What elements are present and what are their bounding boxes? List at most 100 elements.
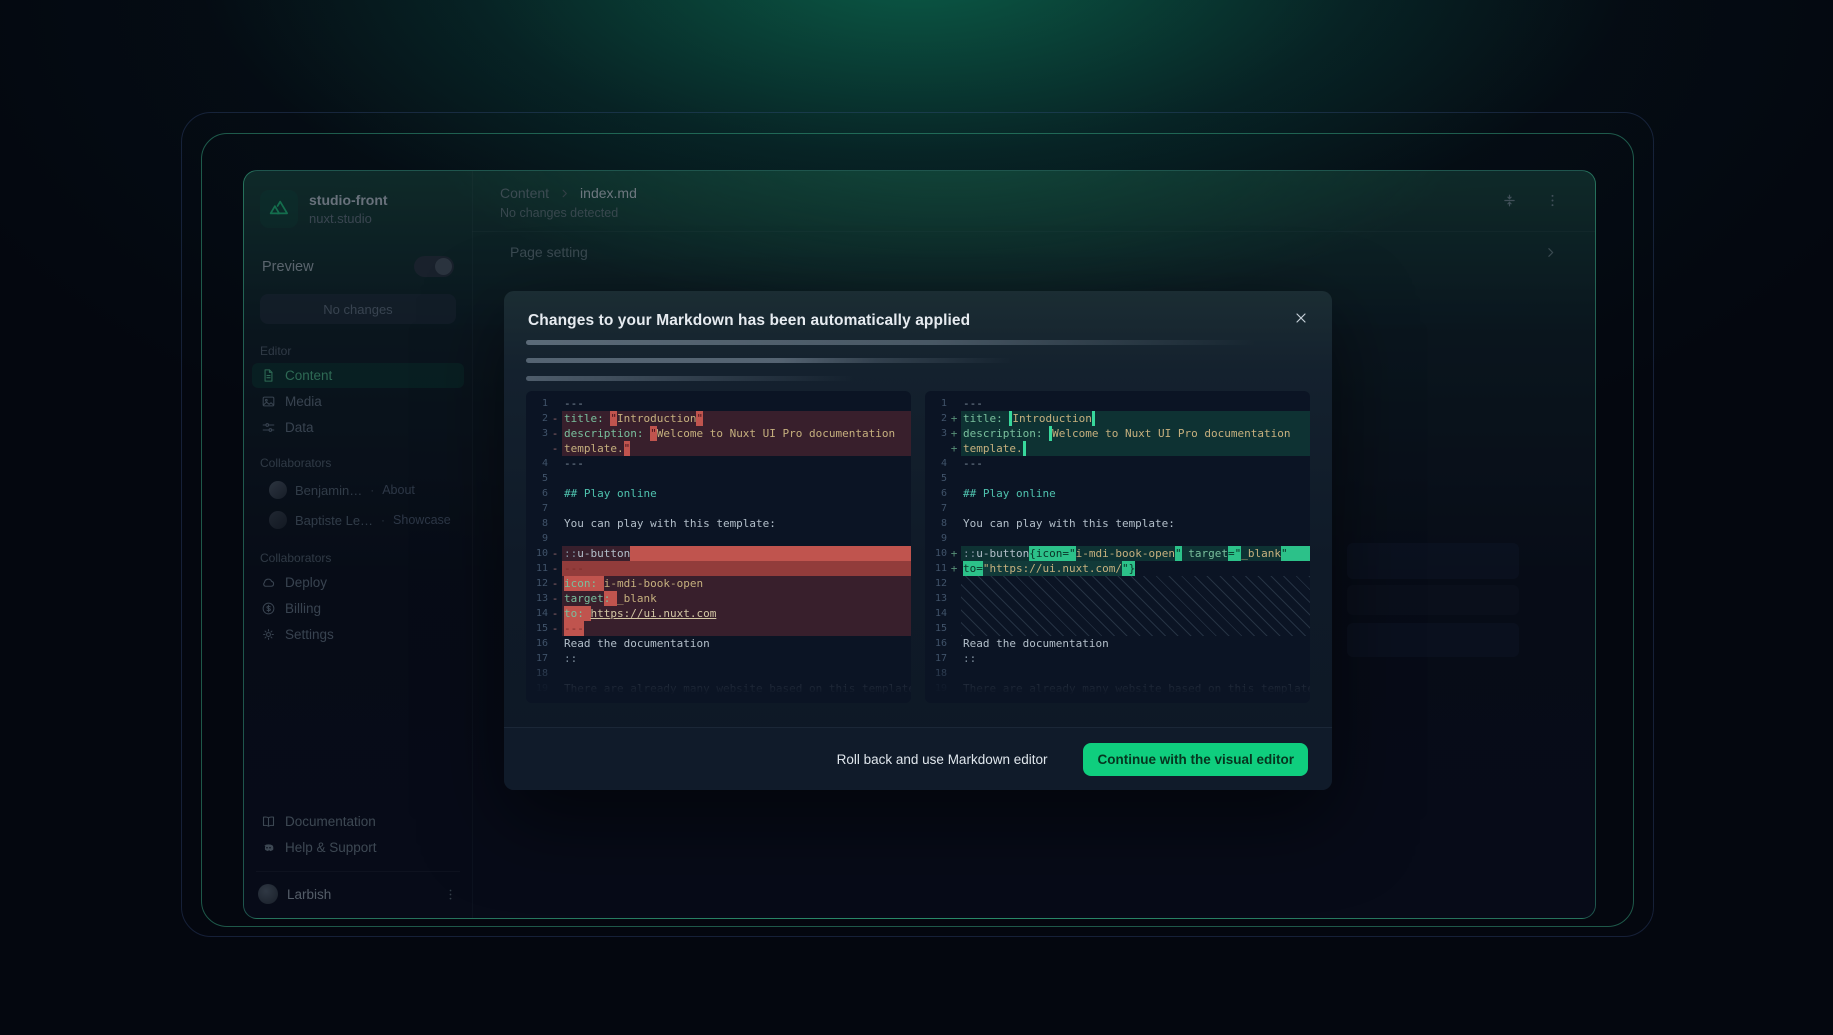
skeleton-bar (526, 358, 1012, 363)
diff-row: 14-to: https://ui.nuxt.com (526, 606, 911, 621)
diff-row: 9 (526, 531, 911, 546)
rollback-button[interactable]: Roll back and use Markdown editor (837, 752, 1048, 767)
diff-row: -template." (526, 441, 911, 456)
collaborator-avatar (269, 481, 287, 499)
no-changes-button[interactable]: No changes (260, 294, 456, 324)
breadcrumb: Content index.md (500, 185, 1567, 201)
diff-view: 1---2-title: "Introduction"3-description… (526, 391, 1310, 703)
collaborator-name: Benjamin… (295, 483, 362, 498)
sidebar-item-label: Deploy (285, 575, 327, 590)
sidebar-item-label: Settings (285, 627, 334, 642)
collaborator-page: About (382, 483, 415, 497)
diff-row: 18 (526, 666, 911, 681)
sidebar-item-label: Help & Support (285, 840, 377, 855)
doc-icon (261, 368, 276, 383)
sidebar-item-content[interactable]: Content (252, 363, 464, 388)
diff-row: 19There are already many website based o… (925, 681, 1310, 696)
skeleton-bar (526, 376, 855, 381)
diff-row: 15---- (526, 621, 911, 636)
diff-row: 1--- (925, 396, 1310, 411)
preview-label: Preview (262, 259, 314, 275)
book-icon (261, 814, 276, 829)
changes-status: No changes detected (500, 206, 1567, 220)
page-setting-label: Page setting (510, 244, 588, 260)
sidebar-item-settings[interactable]: Settings (252, 622, 464, 647)
sidebar-item-help-support[interactable]: Help & Support (252, 835, 464, 860)
section-label-collaborators: Collaborators (244, 456, 472, 470)
diff-row: 11---- (526, 561, 911, 576)
sidebar-item-label: Billing (285, 601, 321, 616)
background-skeleton-row (1347, 543, 1519, 579)
close-icon[interactable] (1293, 310, 1311, 328)
diff-row: 1--- (526, 396, 911, 411)
diff-row: 7 (526, 501, 911, 516)
user-menu[interactable]: Larbish (244, 872, 472, 918)
project-domain: nuxt.studio (309, 211, 388, 226)
cloud-icon (261, 575, 276, 590)
skeleton-bar (526, 340, 1263, 345)
diff-row: 6## Play online (526, 486, 911, 501)
page-setting-row[interactable]: Page setting (472, 232, 1595, 272)
diff-row: 3+description: Welcome to Nuxt UI Pro do… (925, 426, 1310, 441)
sidebar-spacer (244, 648, 472, 808)
diff-row: 16Read the documentation (526, 636, 911, 651)
breadcrumb-file: index.md (580, 185, 637, 201)
diff-row: 16Read the documentation (925, 636, 1310, 651)
background-skeleton-row (1347, 623, 1519, 657)
sidebar: studio-front nuxt.studio Preview No chan… (244, 171, 473, 918)
collaborator-page: Showcase (393, 513, 451, 527)
sidebar-footer: Documentation Help & Support (244, 808, 472, 861)
more-options-icon[interactable] (1544, 192, 1561, 209)
chevron-right-icon (1544, 246, 1557, 259)
diff-row: 12-icon: i-mdi-book-open (526, 576, 911, 591)
sidebar-item-documentation[interactable]: Documentation (252, 809, 464, 834)
markdown-changes-modal: Changes to your Markdown has been automa… (504, 291, 1332, 790)
diff-row: 5 (526, 471, 911, 486)
nuxt-studio-logo-icon (260, 190, 298, 228)
separator-dot: · (370, 483, 374, 497)
project-header[interactable]: studio-front nuxt.studio (244, 171, 472, 232)
user-name: Larbish (287, 887, 331, 902)
diff-row: 19There are already many website based o… (526, 681, 911, 696)
diff-panel-removed[interactable]: 1---2-title: "Introduction"3-description… (526, 391, 911, 703)
sidebar-sections: EditorContentMediaDataCollaboratorsBenja… (244, 328, 472, 648)
diff-panel-added[interactable]: 1---2+title: Introduction3+description: … (925, 391, 1310, 703)
user-avatar (258, 884, 278, 904)
sidebar-item-media[interactable]: Media (252, 389, 464, 414)
diff-row: 17:: (526, 651, 911, 666)
sidebar-item-label: Documentation (285, 814, 376, 829)
diff-row: 8You can play with this template: (925, 516, 1310, 531)
user-options-icon[interactable] (443, 887, 458, 902)
merge-changes-icon[interactable] (1501, 192, 1518, 209)
collaborator-row-baptiste-le[interactable]: Baptiste Le… · Showcase (244, 505, 472, 535)
diff-row: 17:: (925, 651, 1310, 666)
diff-row: 10-::u-button (526, 546, 911, 561)
collaborator-name: Baptiste Le… (295, 513, 373, 528)
discord-icon (261, 840, 276, 855)
collaborator-row-benjamin[interactable]: Benjamin… · About (244, 475, 472, 505)
modal-title: Changes to your Markdown has been automa… (504, 291, 1332, 330)
continue-visual-editor-button[interactable]: Continue with the visual editor (1083, 743, 1308, 776)
sliders-icon (261, 420, 276, 435)
preview-toggle[interactable] (414, 256, 454, 277)
sidebar-item-label: Content (285, 368, 332, 383)
sidebar-item-billing[interactable]: Billing (252, 596, 464, 621)
diff-row: 13-target: _blank (526, 591, 911, 606)
diff-gap-hatch (961, 576, 1310, 636)
sidebar-item-deploy[interactable]: Deploy (252, 570, 464, 595)
sidebar-item-data[interactable]: Data (252, 415, 464, 440)
separator-dot: · (381, 513, 385, 527)
dollar-icon (261, 601, 276, 616)
section-label-collaborators: Collaborators (244, 551, 472, 565)
skeleton-lines (504, 330, 1332, 381)
image-icon (261, 394, 276, 409)
breadcrumb-section[interactable]: Content (500, 185, 549, 201)
collaborator-avatar (269, 511, 287, 529)
chevron-right-icon (559, 188, 570, 199)
background-skeleton-row (1347, 585, 1519, 615)
diff-row: 4--- (526, 456, 911, 471)
diff-row: 3-description: "Welcome to Nuxt UI Pro d… (526, 426, 911, 441)
diff-row: 8You can play with this template: (526, 516, 911, 531)
diff-row: 5 (925, 471, 1310, 486)
sidebar-item-label: Media (285, 394, 322, 409)
